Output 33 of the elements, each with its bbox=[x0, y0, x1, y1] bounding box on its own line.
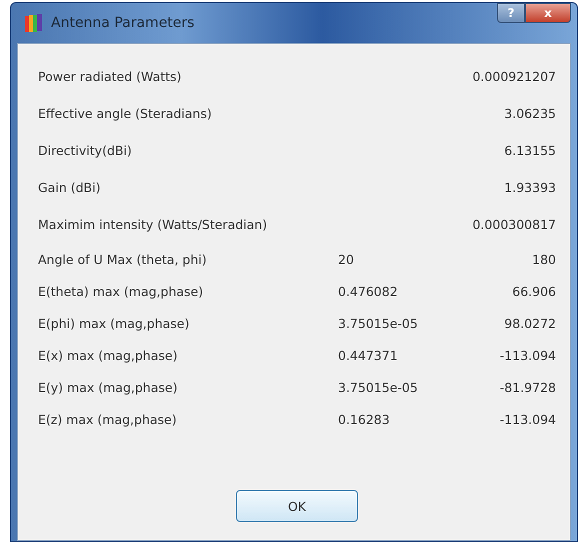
parameter-label: Effective angle (Steradians) bbox=[38, 106, 213, 121]
parameter-value: -113.094 bbox=[500, 348, 556, 362]
parameter-label: E(y) max (mag,phase) bbox=[38, 380, 178, 394]
parameter-value: 98.0272 bbox=[504, 316, 556, 330]
parameter-value: 0.447371 bbox=[338, 348, 399, 362]
app-icon bbox=[23, 12, 45, 34]
parameter-value: 0.000300817 bbox=[472, 217, 556, 232]
parameter-label: Gain (dBi) bbox=[38, 180, 102, 195]
parameter-value: 0.16283 bbox=[338, 412, 391, 426]
parameter-value: 3.75015e-05 bbox=[338, 380, 419, 394]
help-button[interactable]: ? bbox=[497, 3, 525, 23]
parameter-value: 180 bbox=[532, 252, 556, 266]
parameter-value: 1.93393 bbox=[504, 180, 556, 195]
parameter-value: -113.094 bbox=[500, 412, 556, 426]
parameter-value: 3.75015e-05 bbox=[338, 316, 419, 330]
parameter-label: Directivity(dBi) bbox=[38, 143, 133, 158]
parameter-value: -81.9728 bbox=[500, 380, 556, 394]
parameter-label: Power radiated (Watts) bbox=[38, 69, 182, 84]
parameter-value: 20 bbox=[338, 252, 355, 266]
window-title: Antenna Parameters bbox=[51, 15, 194, 31]
parameter-label: E(z) max (mag,phase) bbox=[38, 412, 178, 426]
parameter-label: Angle of U Max (theta, phi) bbox=[38, 252, 208, 266]
parameter-label: E(phi) max (mag,phase) bbox=[38, 316, 190, 330]
close-button[interactable]: x bbox=[525, 3, 571, 23]
parameter-label: E(theta) max (mag,phase) bbox=[38, 284, 204, 298]
parameter-label: Maximim intensity (Watts/Steradian) bbox=[38, 217, 268, 232]
parameter-label: E(x) max (mag,phase) bbox=[38, 348, 178, 362]
parameter-value: 66.906 bbox=[512, 284, 556, 298]
parameter-value: 0.000921207 bbox=[472, 69, 556, 84]
parameter-value: 0.476082 bbox=[338, 284, 399, 298]
parameter-value: 6.13155 bbox=[504, 143, 556, 158]
parameter-value: 3.06235 bbox=[504, 106, 556, 121]
ok-button[interactable]: OK bbox=[236, 490, 358, 522]
